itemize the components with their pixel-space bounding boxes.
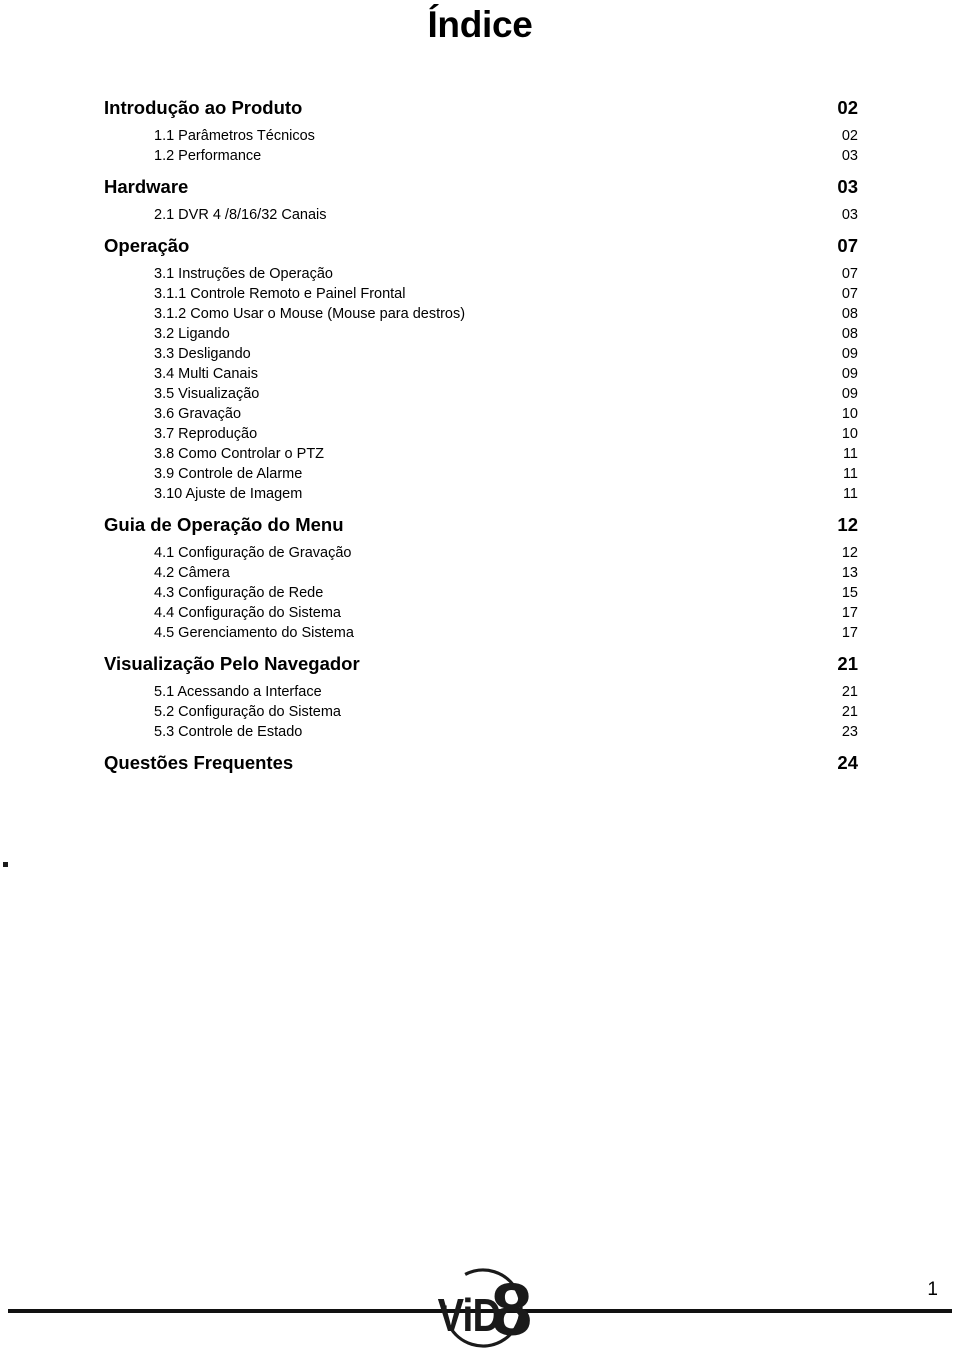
toc-entry-page: 09 xyxy=(841,366,858,382)
toc-entry-label: 3.8 Como Controlar o PTZ xyxy=(154,446,325,462)
toc-chapter-row[interactable]: Introdução ao Produto 02 xyxy=(104,93,858,123)
toc-section-row[interactable]: 5.3 Controle de Estado 23 xyxy=(104,722,858,742)
toc-entry-page: 12 xyxy=(837,514,858,535)
toc-entry-page: 13 xyxy=(841,565,858,581)
toc-chapter-row[interactable]: Operação 07 xyxy=(104,231,858,261)
toc-section-row[interactable]: 2.1 DVR 4 /8/16/32 Canais 03 xyxy=(104,205,858,225)
toc-entry-page: 21 xyxy=(841,704,858,720)
toc-entry-label: 4.2 Câmera xyxy=(154,565,230,581)
toc-section-row[interactable]: 3.3 Desligando 09 xyxy=(104,344,858,364)
toc-entry-page: 10 xyxy=(841,426,858,442)
toc-entry-page: 15 xyxy=(841,585,858,601)
toc-entry-page: 11 xyxy=(842,446,858,462)
toc-section-row[interactable]: 3.9 Controle de Alarme 11 xyxy=(104,464,858,484)
toc-section-row[interactable]: 1.1 Parâmetros Técnicos 02 xyxy=(104,126,858,146)
toc-entry-page: 08 xyxy=(841,306,858,322)
toc-entry-page: 02 xyxy=(841,128,858,144)
page-number: 1 xyxy=(927,1279,938,1300)
toc-entry-label: 3.1.1 Controle Remoto e Painel Frontal xyxy=(154,286,406,302)
toc-entry-label: 4.1 Configuração de Gravação xyxy=(154,545,352,561)
toc-chapter-row[interactable]: Visualização Pelo Navegador 21 xyxy=(104,649,858,679)
toc-entry-label: Visualização Pelo Navegador xyxy=(104,653,360,674)
toc-section-row[interactable]: 3.6 Gravação 10 xyxy=(104,404,858,424)
toc-section-row[interactable]: 3.1 Instruções de Operação 07 xyxy=(104,264,858,284)
toc-section-row[interactable]: 3.1.2 Como Usar o Mouse (Mouse para dest… xyxy=(104,304,858,324)
toc-entry-label: Guia de Operação do Menu xyxy=(104,514,344,535)
toc-entry-label: 4.4 Configuração do Sistema xyxy=(154,605,341,621)
toc-entry-label: 3.10 Ajuste de Imagem xyxy=(154,486,303,502)
toc-entry-page: 12 xyxy=(841,545,858,561)
toc-entry-page: 03 xyxy=(841,207,858,223)
toc-entry-page: 17 xyxy=(841,625,858,641)
toc-entry-label: Operação xyxy=(104,235,190,256)
toc-entry-page: 07 xyxy=(837,235,858,256)
table-of-contents: Introdução ao Produto 02 1.1 Parâmetros Té… xyxy=(104,93,858,778)
toc-entry-page: 09 xyxy=(841,386,858,402)
toc-section-row[interactable]: 5.1 Acessando a Interface 21 xyxy=(104,682,858,702)
toc-section-row[interactable]: 1.2 Performance 03 xyxy=(104,146,858,166)
document-page: Índice Introdução ao Produto 02 1.1 Parâme… xyxy=(0,0,960,1369)
toc-entry-page: 21 xyxy=(837,653,858,674)
toc-section-row[interactable]: 4.3 Configuração de Rede 15 xyxy=(104,583,858,603)
toc-entry-page: 11 xyxy=(842,486,858,502)
toc-entry-label: 3.3 Desligando xyxy=(154,346,251,362)
toc-entry-label: 5.3 Controle de Estado xyxy=(154,724,303,740)
toc-entry-page: 10 xyxy=(841,406,858,422)
toc-entry-page: 11 xyxy=(842,466,858,482)
toc-entry-label: 3.1.2 Como Usar o Mouse (Mouse para dest… xyxy=(154,306,466,322)
toc-entry-label: 5.1 Acessando a Interface xyxy=(154,684,322,700)
toc-section-row[interactable]: 3.4 Multi Canais 09 xyxy=(104,364,858,384)
toc-entry-label: Introdução ao Produto xyxy=(104,97,303,118)
toc-entry-page: 23 xyxy=(841,724,858,740)
toc-entry-page: 03 xyxy=(841,148,858,164)
toc-section-row[interactable]: 4.5 Gerenciamento do Sistema 17 xyxy=(104,623,858,643)
page-footer: 1 ViD 8 xyxy=(0,1260,960,1369)
toc-entry-page: 21 xyxy=(841,684,858,700)
toc-section-row[interactable]: 3.10 Ajuste de Imagem 11 xyxy=(104,484,858,504)
toc-entry-label: 3.9 Controle de Alarme xyxy=(154,466,303,482)
toc-entry-page: 08 xyxy=(841,326,858,342)
toc-entry-label: 3.5 Visualização xyxy=(154,386,260,402)
toc-section-row[interactable]: 4.1 Configuração de Gravação 12 xyxy=(104,543,858,563)
stray-period-mark xyxy=(3,862,8,867)
svg-text:8: 8 xyxy=(491,1268,532,1351)
toc-section-row[interactable]: 3.8 Como Controlar o PTZ 11 xyxy=(104,444,858,464)
toc-entry-page: 24 xyxy=(837,752,858,773)
toc-entry-label: 1.1 Parâmetros Técnicos xyxy=(154,128,315,144)
toc-entry-label: 3.6 Gravação xyxy=(154,406,242,422)
vid8-logo: ViD 8 xyxy=(417,1252,543,1356)
toc-entry-label: 2.1 DVR 4 /8/16/32 Canais xyxy=(154,207,327,223)
toc-section-row[interactable]: 5.2 Configuração do Sistema 21 xyxy=(104,702,858,722)
page-title: Índice xyxy=(427,4,533,45)
toc-entry-label: 3.2 Ligando xyxy=(154,326,230,342)
toc-entry-label: 3.7 Reprodução xyxy=(154,426,258,442)
toc-entry-page: 07 xyxy=(841,286,858,302)
toc-entry-page: 02 xyxy=(837,97,858,118)
toc-entry-label: Hardware xyxy=(104,176,189,197)
toc-entry-page: 07 xyxy=(841,266,858,282)
toc-section-row[interactable]: 4.2 Câmera 13 xyxy=(104,563,858,583)
toc-entry-label: 3.4 Multi Canais xyxy=(154,366,258,382)
toc-entry-page: 03 xyxy=(837,176,858,197)
toc-section-row[interactable]: 3.2 Ligando 08 xyxy=(104,324,858,344)
toc-section-row[interactable]: 3.1.1 Controle Remoto e Painel Frontal 07 xyxy=(104,284,858,304)
toc-chapter-row[interactable]: Hardware 03 xyxy=(104,172,858,202)
toc-entry-label: 4.5 Gerenciamento do Sistema xyxy=(154,625,354,641)
toc-section-row[interactable]: 3.5 Visualização 09 xyxy=(104,384,858,404)
toc-entry-label: 4.3 Configuração de Rede xyxy=(154,585,324,601)
toc-entry-label: 1.2 Performance xyxy=(154,148,262,164)
toc-entry-page: 09 xyxy=(841,346,858,362)
toc-entry-label: Questões Frequentes xyxy=(104,752,294,773)
toc-entry-label: 5.2 Configuração do Sistema xyxy=(154,704,341,720)
toc-chapter-row[interactable]: Guia de Operação do Menu 12 xyxy=(104,510,858,540)
toc-section-row[interactable]: 4.4 Configuração do Sistema 17 xyxy=(104,603,858,623)
toc-chapter-row[interactable]: Questões Frequentes 24 xyxy=(104,748,858,778)
toc-entry-label: 3.1 Instruções de Operação xyxy=(154,266,333,282)
toc-section-row[interactable]: 3.7 Reprodução 10 xyxy=(104,424,858,444)
toc-entry-page: 17 xyxy=(841,605,858,621)
